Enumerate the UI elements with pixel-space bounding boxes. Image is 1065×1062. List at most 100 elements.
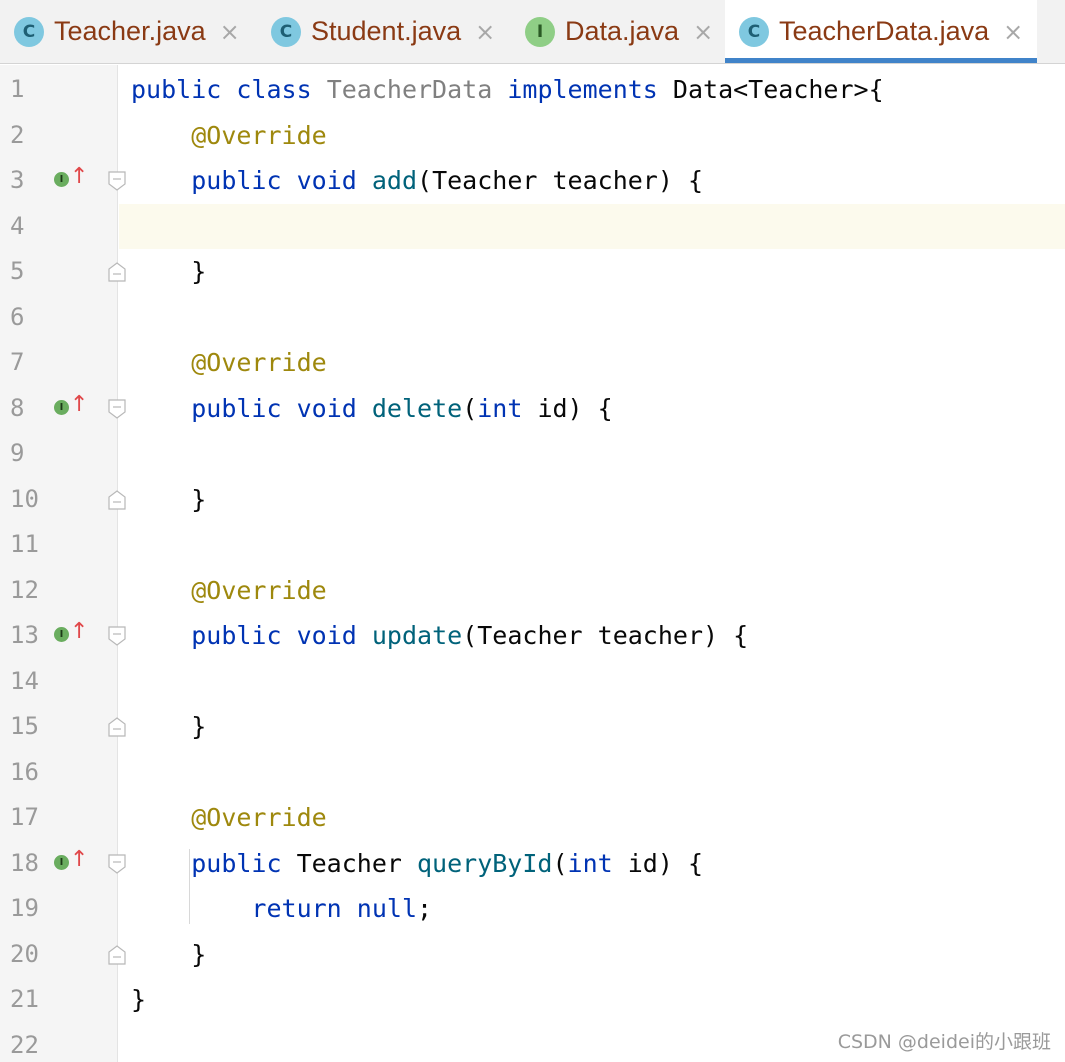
code-line[interactable]: public Teacher queryById(int id) { [131, 841, 703, 887]
code-token: public [191, 621, 282, 650]
tab-teacher-java[interactable]: C Teacher.java × [0, 0, 257, 63]
code-token: id) { [522, 393, 613, 423]
fold-end-icon[interactable] [108, 944, 126, 965]
go-to-super-arrow-icon[interactable]: ↑ [70, 621, 88, 643]
line-number: 12 [10, 575, 39, 604]
code-token: void [296, 166, 357, 195]
line-number: 16 [10, 757, 39, 786]
code-token: @Override [191, 348, 327, 377]
close-icon[interactable]: × [220, 20, 240, 44]
code-token: queryById [417, 848, 553, 878]
fold-end-icon[interactable] [108, 717, 126, 737]
tab-data-java[interactable]: I Data.java × [511, 0, 725, 63]
line-number: 20 [10, 939, 39, 968]
close-icon[interactable]: × [1003, 20, 1023, 44]
code-line[interactable]: } [131, 932, 206, 978]
fold-end-icon[interactable] [108, 489, 126, 510]
line-number: 10 [10, 484, 39, 513]
implements-method-icon[interactable]: I [54, 854, 69, 870]
current-line-highlight [119, 203, 1065, 249]
code-token: public [191, 166, 282, 195]
tab-label: Student.java [311, 16, 462, 46]
code-line[interactable]: } [131, 477, 206, 523]
code-token: delete [371, 393, 463, 423]
line-number: 8 [10, 393, 25, 422]
code-token: @Override [191, 120, 327, 150]
code-line[interactable]: public void update(Teacher teacher) { [131, 613, 748, 659]
implements-method-icon[interactable]: I [54, 172, 69, 187]
implements-method-icon[interactable]: I [54, 399, 69, 415]
code-token: int [477, 393, 523, 423]
line-number: 18 [10, 848, 39, 877]
watermark: CSDN @deidei的小跟班 [837, 1031, 1051, 1053]
line-number: 15 [10, 712, 39, 740]
line-number: 9 [10, 439, 25, 467]
code-line[interactable]: public void add(Teacher teacher) { [131, 158, 703, 204]
code-line[interactable]: } [131, 704, 206, 750]
class-icon: C [271, 16, 301, 47]
tab-teacherdata-java[interactable]: C TeacherData.java × [725, 0, 1037, 63]
line-number: 6 [10, 302, 25, 331]
code-token: void [296, 621, 357, 650]
code-token: ; [417, 894, 433, 923]
code-token: @Override [191, 803, 327, 832]
code-token: } [131, 484, 207, 514]
line-number: 2 [10, 120, 25, 149]
code-token: } [131, 712, 207, 741]
go-to-super-arrow-icon[interactable]: ↑ [70, 166, 88, 188]
code-line[interactable]: @Override [131, 113, 327, 159]
code-line[interactable]: } [131, 249, 206, 295]
indent-guide [189, 848, 190, 924]
code-token: add [371, 166, 418, 195]
fold-collapse-icon[interactable] [108, 398, 126, 419]
code-line[interactable]: @Override [131, 568, 327, 614]
fold-collapse-icon[interactable] [108, 853, 126, 874]
tab-label: TeacherData.java [779, 16, 990, 46]
code-token: int [567, 848, 613, 878]
code-token: ( [462, 393, 478, 423]
code-line[interactable]: @Override [131, 795, 327, 841]
code-token: TeacherData [326, 75, 493, 104]
code-line[interactable]: public void delete(int id) { [131, 386, 613, 432]
close-icon[interactable]: × [693, 20, 713, 44]
line-number: 19 [10, 894, 39, 922]
code-line[interactable]: @Override [131, 340, 327, 386]
code-line[interactable]: return null; [131, 886, 432, 932]
code-editor[interactable]: 1 public class TeacherData implements Dat… [0, 65, 1065, 1062]
implements-method-icon[interactable]: I [54, 627, 69, 642]
tab-student-java[interactable]: C Student.java × [257, 0, 511, 63]
code-line[interactable]: public class TeacherData implements Data… [131, 67, 884, 113]
code-line[interactable]: } [131, 977, 146, 1023]
class-icon: C [739, 16, 769, 47]
line-number: 21 [10, 985, 39, 1013]
code-token: public [191, 393, 282, 423]
fold-collapse-icon[interactable] [108, 171, 126, 191]
close-icon[interactable]: × [475, 20, 495, 44]
code-token: implements [507, 75, 658, 104]
code-token: } [131, 985, 147, 1014]
go-to-super-arrow-icon[interactable]: ↑ [70, 393, 88, 416]
code-token: ( [552, 848, 568, 878]
fold-collapse-icon[interactable] [108, 626, 126, 646]
code-token: @Override [191, 575, 327, 605]
line-number: 22 [10, 1030, 39, 1059]
line-number: 13 [10, 621, 39, 649]
tab-label: Teacher.java [54, 16, 206, 46]
go-to-super-arrow-icon[interactable]: ↑ [70, 848, 88, 871]
fold-end-icon[interactable] [108, 262, 126, 282]
code-token: } [131, 257, 207, 286]
line-number: 1 [10, 75, 25, 103]
